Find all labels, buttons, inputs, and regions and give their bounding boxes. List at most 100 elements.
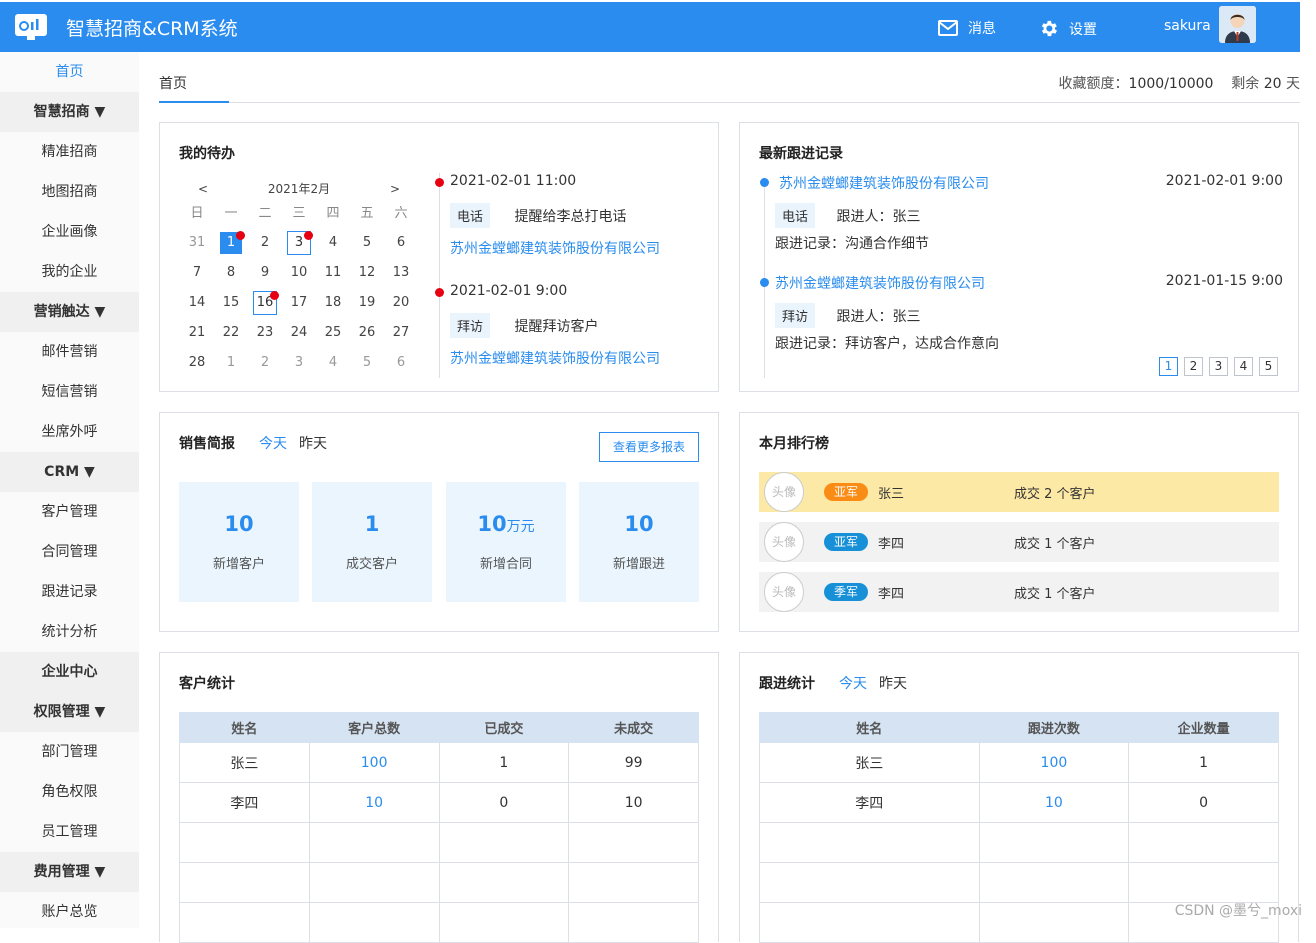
table-cell: 0 xyxy=(1129,783,1279,823)
calendar-day[interactable]: 21 xyxy=(180,318,214,348)
sidebar-item[interactable]: 合同管理 xyxy=(0,532,139,572)
sidebar-item[interactable]: 账户总览 xyxy=(0,892,139,932)
calendar-prev-button[interactable]: < xyxy=(198,178,208,200)
table-row xyxy=(180,863,699,903)
calendar-day[interactable]: 15 xyxy=(214,288,248,318)
calendar-day[interactable]: 6 xyxy=(384,348,418,378)
page-button[interactable]: 1 xyxy=(1159,357,1178,376)
page-button[interactable]: 3 xyxy=(1209,357,1228,376)
sidebar-group[interactable]: 营销触达 ▼ xyxy=(0,292,139,332)
sidebar-group[interactable]: CRM ▼ xyxy=(0,452,139,492)
record-company-link[interactable]: 苏州金螳螂建筑装饰股份有限公司 xyxy=(779,173,989,193)
stat-new-customers: 10 新增客户 xyxy=(179,482,299,602)
calendar-day[interactable]: 31 xyxy=(180,228,214,258)
sidebar-item[interactable]: 首页 xyxy=(0,52,139,92)
calendar-day[interactable]: 6 xyxy=(384,228,418,258)
table-row xyxy=(180,903,699,943)
calendar-day[interactable]: 24 xyxy=(282,318,316,348)
sidebar-item[interactable]: 短信营销 xyxy=(0,372,139,412)
more-reports-button[interactable]: 查看更多报表 xyxy=(599,432,699,462)
followup-stats-card: 跟进统计 今天 昨天 姓名跟进次数企业数量张三1001李四100 xyxy=(739,652,1299,942)
sidebar-item[interactable]: 员工管理 xyxy=(0,812,139,852)
calendar-day-number: 24 xyxy=(291,325,308,340)
page-button[interactable]: 2 xyxy=(1184,357,1203,376)
calendar-day[interactable]: 4 xyxy=(316,348,350,378)
table-cell[interactable]: 10 xyxy=(309,783,439,823)
messages-link[interactable]: 消息 xyxy=(938,18,996,38)
calendar-day[interactable]: 23 xyxy=(248,318,282,348)
calendar-day[interactable]: 8 xyxy=(214,258,248,288)
calendar-day[interactable]: 1 xyxy=(214,228,248,258)
calendar-day[interactable]: 20 xyxy=(384,288,418,318)
table-header: 已成交 xyxy=(439,713,569,743)
calendar-day[interactable]: 4 xyxy=(316,228,350,258)
calendar-day-number: 25 xyxy=(325,325,342,340)
avatar: 头像 xyxy=(764,522,804,562)
sidebar-item[interactable]: 精准招商 xyxy=(0,132,139,172)
calendar-weekday: 一 xyxy=(214,200,248,228)
sidebar-group[interactable]: 费用管理 ▼ xyxy=(0,852,139,892)
settings-link[interactable]: 设置 xyxy=(1038,18,1097,39)
calendar-weekday: 三 xyxy=(282,200,316,228)
calendar-day[interactable]: 13 xyxy=(384,258,418,288)
tab-home[interactable]: 首页 xyxy=(159,73,187,93)
todo-company-link[interactable]: 苏州金螳螂建筑装饰股份有限公司 xyxy=(450,348,660,368)
todo-time: 2021-02-01 11:00 xyxy=(450,173,576,189)
table-cell[interactable]: 100 xyxy=(979,743,1129,783)
tab-today[interactable]: 今天 xyxy=(839,673,867,693)
ranking-row: 头像季军李四成交 1 个客户 xyxy=(759,572,1279,612)
calendar-next-button[interactable]: > xyxy=(390,178,400,200)
calendar-day[interactable]: 19 xyxy=(350,288,384,318)
tab-yesterday[interactable]: 昨天 xyxy=(879,673,907,693)
sidebar-group[interactable]: 智慧招商 ▼ xyxy=(0,92,139,132)
user-avatar[interactable] xyxy=(1219,6,1256,43)
sidebar-item[interactable]: 跟进记录 xyxy=(0,572,139,612)
sidebar-item[interactable]: 客户管理 xyxy=(0,492,139,532)
calendar-day[interactable]: 2 xyxy=(248,348,282,378)
stat-closed-customers: 1 成交客户 xyxy=(312,482,432,602)
calendar-day[interactable]: 9 xyxy=(248,258,282,288)
calendar-day[interactable]: 5 xyxy=(350,228,384,258)
sidebar-item[interactable]: 部门管理 xyxy=(0,732,139,772)
calendar-day[interactable]: 7 xyxy=(180,258,214,288)
calendar-day[interactable]: 1 xyxy=(214,348,248,378)
calendar-day[interactable]: 26 xyxy=(350,318,384,348)
todo-company-link[interactable]: 苏州金螳螂建筑装饰股份有限公司 xyxy=(450,238,660,258)
calendar-day[interactable]: 22 xyxy=(214,318,248,348)
table-cell[interactable]: 10 xyxy=(979,783,1129,823)
calendar-day[interactable]: 25 xyxy=(316,318,350,348)
sidebar-item[interactable]: 企业画像 xyxy=(0,212,139,252)
sidebar-item[interactable]: 我的企业 xyxy=(0,252,139,292)
calendar-day[interactable]: 27 xyxy=(384,318,418,348)
sidebar-item[interactable]: 邮件营销 xyxy=(0,332,139,372)
sidebar-item[interactable]: 角色权限 xyxy=(0,772,139,812)
sidebar-item[interactable]: 坐席外呼 xyxy=(0,412,139,452)
sidebar-group[interactable]: 权限管理 ▼ xyxy=(0,692,139,732)
tab-today[interactable]: 今天 xyxy=(259,433,287,453)
calendar-day[interactable]: 3 xyxy=(282,348,316,378)
record-company-link[interactable]: 苏州金螳螂建筑装饰股份有限公司 xyxy=(775,273,985,293)
calendar-weekday: 六 xyxy=(384,200,418,228)
calendar-day[interactable]: 5 xyxy=(350,348,384,378)
calendar-day[interactable]: 28 xyxy=(180,348,214,378)
calendar-day[interactable]: 16 xyxy=(248,288,282,318)
calendar-day[interactable]: 10 xyxy=(282,258,316,288)
page-button[interactable]: 4 xyxy=(1234,357,1253,376)
sidebar-item[interactable]: 统计分析 xyxy=(0,612,139,652)
calendar-day[interactable]: 14 xyxy=(180,288,214,318)
calendar-day[interactable]: 17 xyxy=(282,288,316,318)
table-cell[interactable]: 100 xyxy=(309,743,439,783)
pagination: 1 2 3 4 5 xyxy=(1159,357,1278,376)
page-button[interactable]: 5 xyxy=(1259,357,1278,376)
sidebar-group[interactable]: 企业中心 xyxy=(0,652,139,692)
calendar-day-number: 5 xyxy=(363,355,371,370)
sidebar-item[interactable]: 地图招商 xyxy=(0,172,139,212)
calendar-day[interactable]: 2 xyxy=(248,228,282,258)
tab-yesterday[interactable]: 昨天 xyxy=(299,433,327,453)
calendar-day[interactable]: 12 xyxy=(350,258,384,288)
calendar-day[interactable]: 3 xyxy=(282,228,316,258)
table-header: 企业数量 xyxy=(1129,713,1279,743)
calendar-day[interactable]: 18 xyxy=(316,288,350,318)
calendar-day[interactable]: 11 xyxy=(316,258,350,288)
username[interactable]: sakura xyxy=(1164,18,1211,34)
